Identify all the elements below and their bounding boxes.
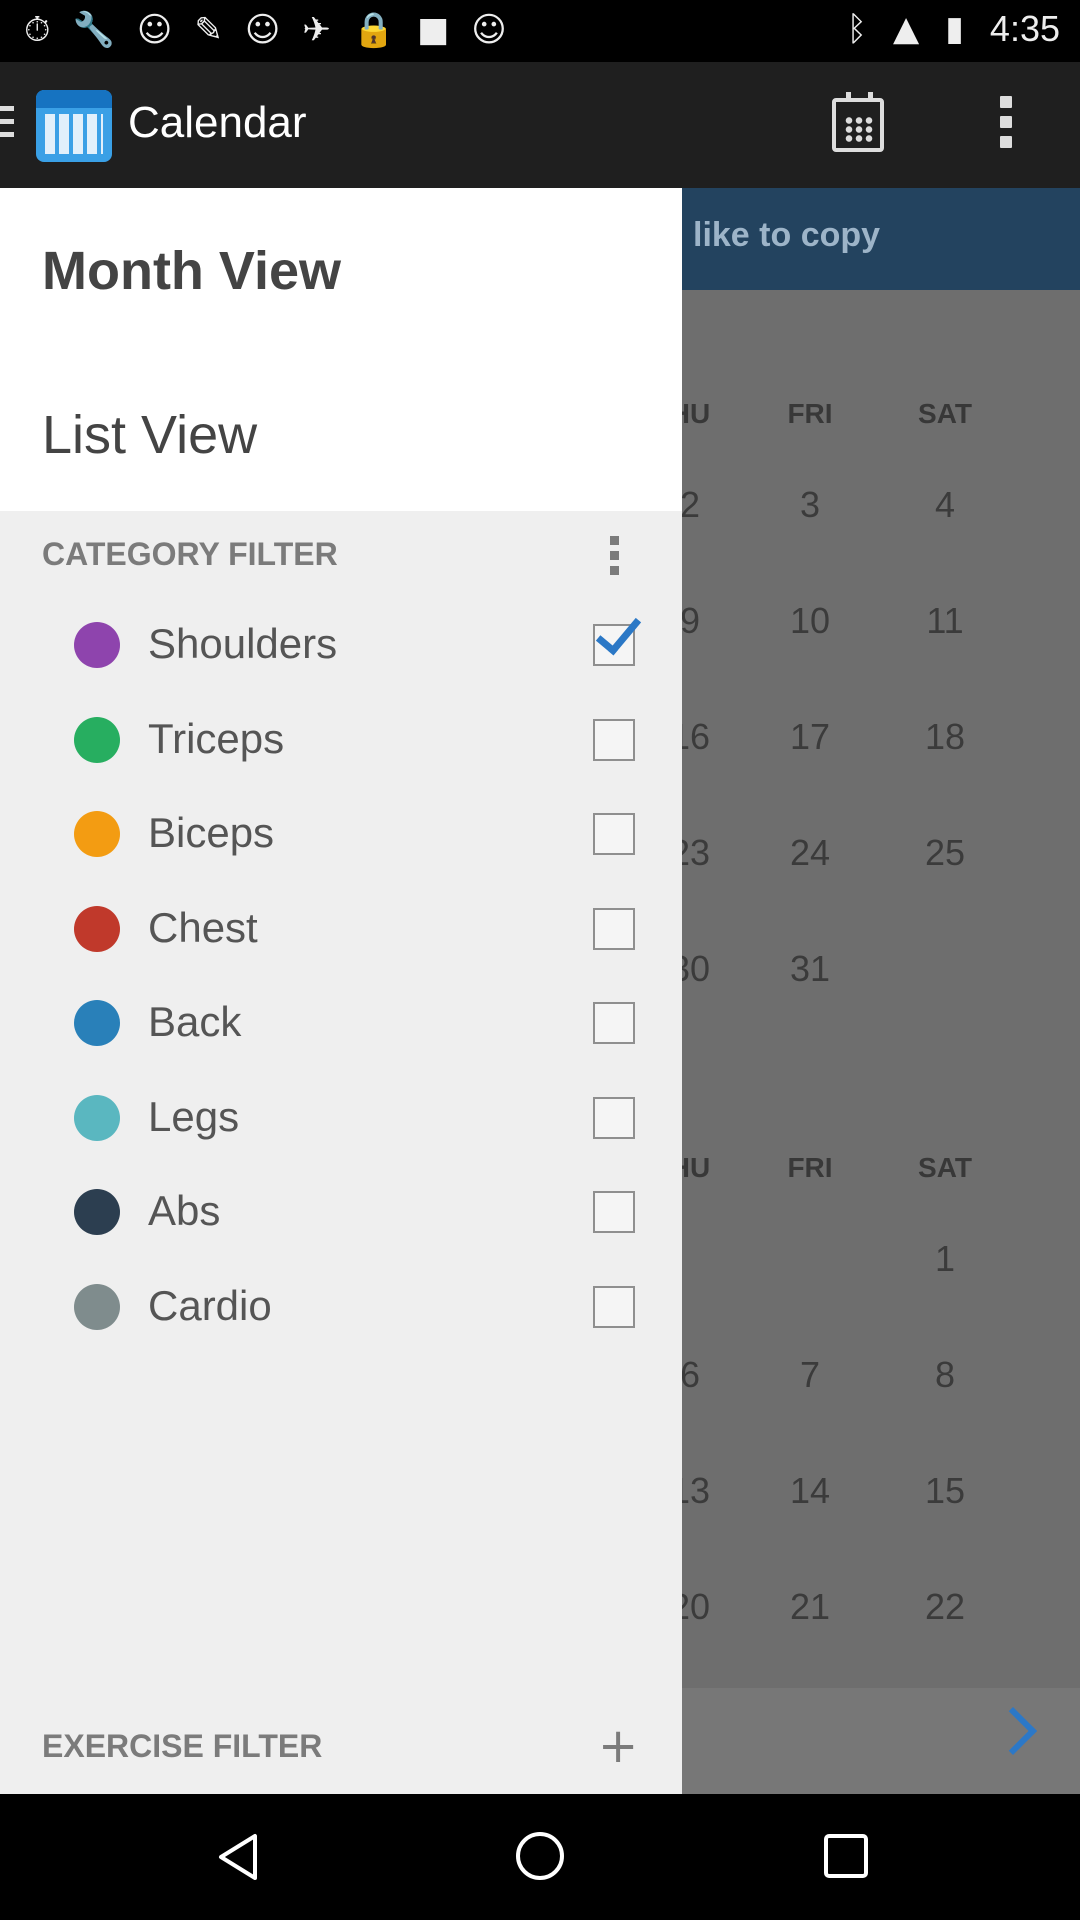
month-view-item[interactable]: Month View [42, 240, 341, 302]
category-options-icon[interactable] [608, 536, 620, 578]
day-header: FRI [787, 1152, 833, 1183]
category-color-dot [74, 905, 120, 952]
navigation-drawer: Month View List View CATEGORY FILTER Sho… [0, 188, 682, 1794]
back-icon[interactable] [215, 1832, 265, 1882]
gamepad-icon: ■ [417, 10, 450, 50]
category-checkbox[interactable] [593, 718, 635, 761]
category-item[interactable]: Back [0, 976, 682, 1070]
recent-apps-icon[interactable] [822, 1832, 870, 1880]
wrench-icon: 🔧 [72, 10, 115, 50]
category-color-dot [74, 1000, 120, 1046]
pin-icon: ✎ [194, 10, 223, 50]
category-checkbox[interactable] [593, 1191, 635, 1233]
day-header: FRI [787, 398, 833, 429]
category-item[interactable]: Abs [0, 1165, 682, 1259]
category-item[interactable]: Legs [0, 1071, 682, 1165]
category-color-dot [74, 811, 120, 857]
status-time: 4:35 [989, 8, 1060, 49]
category-filter-title: CATEGORY FILTER [42, 536, 338, 572]
notification-icons: ⏱ 🔧 ☺ ✎ ☺ ✈ 🔒 ■ ☺ [24, 10, 507, 50]
smiley-icon: ☺ [244, 10, 281, 50]
category-item[interactable]: Chest [0, 882, 682, 976]
category-label: Abs [148, 1187, 221, 1234]
date-cell[interactable]: 31 [750, 948, 870, 990]
category-checkbox[interactable] [593, 813, 635, 855]
date-cell[interactable]: 1 [885, 1238, 1005, 1280]
banner-text: like to copy [693, 216, 881, 254]
date-cell[interactable]: 24 [750, 832, 870, 874]
day-header: SAT [918, 1152, 972, 1183]
category-color-dot [74, 622, 120, 668]
date-cell[interactable]: 14 [750, 1470, 870, 1512]
date-cell[interactable]: 15 [885, 1470, 1005, 1512]
category-checkbox[interactable] [593, 624, 635, 666]
date-cell[interactable]: 10 [750, 600, 870, 642]
date-cell[interactable]: 25 [885, 832, 1005, 874]
date-cell[interactable]: 8 [885, 1354, 1005, 1396]
category-item[interactable]: Cardio [0, 1260, 682, 1354]
list-view-item[interactable]: List View [42, 404, 257, 466]
date-cell[interactable]: 17 [750, 716, 870, 758]
system-status: ᛒ ▲ ▮ 4:35 [847, 8, 1060, 50]
add-icon[interactable]: + [598, 1718, 638, 1774]
category-label: Chest [148, 903, 258, 951]
date-cell[interactable]: 21 [750, 1586, 870, 1628]
exercise-filter-title: EXERCISE FILTER [42, 1728, 323, 1764]
date-cell[interactable]: 3 [750, 484, 870, 526]
category-checkbox[interactable] [593, 1096, 635, 1139]
date-cell[interactable]: 18 [885, 716, 1005, 758]
category-color-dot [74, 1283, 120, 1330]
lock-icon: 🔒 [352, 10, 396, 50]
category-color-dot [74, 1189, 120, 1235]
satellite-icon: ✈ [302, 10, 331, 50]
category-item[interactable]: Biceps [0, 787, 682, 881]
app-logo-icon [36, 90, 112, 162]
smiley-icon: ☺ [136, 10, 173, 50]
bluetooth-icon: ᛒ [846, 9, 868, 49]
date-cell[interactable]: 7 [750, 1354, 870, 1396]
stopwatch-icon: ⏱ [24, 10, 51, 50]
date-cell[interactable]: 22 [885, 1586, 1005, 1628]
overflow-menu-icon[interactable] [996, 96, 1016, 156]
category-label: Back [148, 998, 242, 1045]
status-bar: ⏱ 🔧 ☺ ✎ ☺ ✈ 🔒 ■ ☺ ᛒ ▲ ▮ 4:35 [0, 0, 1080, 62]
category-checkbox[interactable] [593, 907, 635, 950]
home-icon[interactable] [514, 1830, 566, 1882]
signal-icon: ▲ [893, 9, 920, 49]
category-checkbox[interactable] [593, 1285, 635, 1328]
category-label: Biceps [148, 809, 275, 856]
category-item[interactable]: Shoulders [0, 598, 682, 692]
date-cell[interactable]: 4 [885, 484, 1005, 526]
date-cell[interactable]: 11 [885, 600, 1005, 642]
view-switcher: Month View List View [0, 188, 682, 511]
system-nav-bar [0, 1794, 1080, 1920]
day-header: SAT [918, 398, 972, 429]
app-bar: Calendar [0, 62, 1080, 188]
smiley-icon: ☺ [471, 10, 507, 50]
category-color-dot [74, 716, 120, 763]
category-label: Cardio [148, 1281, 272, 1329]
category-label: Legs [148, 1092, 240, 1140]
category-label: Shoulders [148, 620, 338, 667]
battery-icon: ▮ [945, 9, 964, 49]
category-item[interactable]: Triceps [0, 693, 682, 787]
category-color-dot [74, 1094, 120, 1141]
drawer-toggle-icon[interactable] [0, 106, 14, 146]
app-title: Calendar [128, 98, 307, 147]
category-label: Triceps [148, 714, 285, 762]
category-checkbox[interactable] [593, 1002, 635, 1044]
calendar-today-icon[interactable] [832, 92, 884, 152]
